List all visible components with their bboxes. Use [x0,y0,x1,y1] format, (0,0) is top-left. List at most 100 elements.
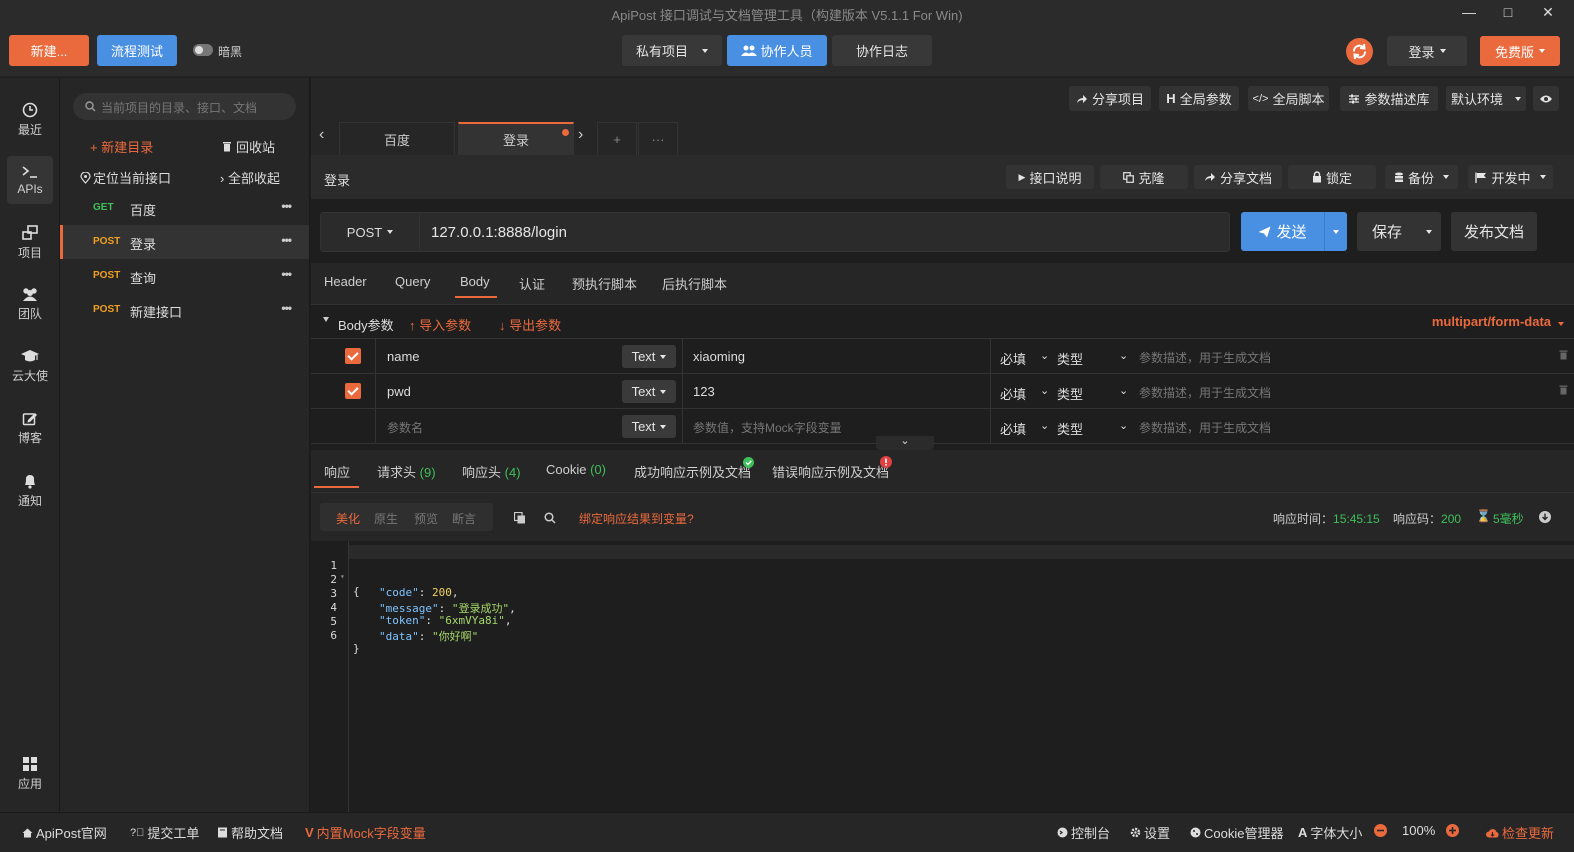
rail-item-recent[interactable]: 最近 [0,102,60,138]
caret-down-icon[interactable] [323,317,329,322]
footer-cookie-button[interactable]: Cookie管理器 [1190,823,1283,842]
zoom-out-icon[interactable] [1374,824,1387,837]
collaborators-button[interactable]: 协作人员 [727,35,827,66]
tree-item-new-api[interactable]: POST 新建接口 ••• [60,293,309,327]
zoom-in-icon[interactable] [1446,824,1459,837]
param-enabled-checkbox[interactable] [345,348,361,364]
footer-settings-button[interactable]: 设置 [1130,823,1170,842]
maximize-button[interactable]: □ [1493,3,1523,23]
trash-icon[interactable] [1559,385,1568,395]
resp-tab-cookie[interactable]: Cookie (0) [546,462,606,477]
footer-ticket-link[interactable]: ?⃝ 提交工单 [130,823,199,842]
tab-next-button[interactable]: › [578,126,583,144]
subtab-post-script[interactable]: 后执行脚本 [662,274,727,293]
url-input[interactable]: 127.0.0.1:8888/login [431,224,567,241]
param-enabled-checkbox[interactable] [345,383,361,399]
bind-response-link[interactable]: 绑定响应结果到变量? [579,510,694,527]
more-icon[interactable]: ••• [281,267,292,281]
new-dir-button[interactable]: + 新建目录 [90,137,153,156]
tree-item-login[interactable]: POST 登录 ••• [60,225,309,259]
param-required-select[interactable]: 必填 [1000,384,1026,403]
free-edition-dropdown[interactable]: 免费版 [1480,36,1560,66]
export-params-button[interactable]: ↓ 导出参数 [499,315,561,334]
param-value-input[interactable]: xiaoming [693,349,745,364]
subtab-auth[interactable]: 认证 [519,274,545,293]
share-project-button[interactable]: 分享项目 [1069,86,1151,111]
recycle-bin-button[interactable]: 回收站 [222,137,275,156]
tab-login[interactable]: 登录 [458,122,574,155]
subtab-header[interactable]: Header [324,274,367,289]
share-doc-button[interactable]: 分享文档 [1194,165,1282,189]
param-desc-input[interactable]: 参数描述，用于生成文档 [1139,349,1271,366]
footer-console-button[interactable]: 控制台 [1057,823,1110,842]
resp-tab-req-headers[interactable]: 请求头 (9) [377,462,436,481]
tab-more-button[interactable]: ··· [638,122,678,155]
tab-baidu[interactable]: 百度 [339,122,455,155]
param-type-select[interactable]: Text [622,380,676,403]
collapse-all-button[interactable]: › 全部收起 [220,168,280,187]
copy-icon[interactable] [514,512,526,524]
collab-log-button[interactable]: 协作日志 [832,35,932,66]
subtab-body[interactable]: Body [460,274,490,289]
tab-add-button[interactable]: + [597,122,637,155]
resp-tab-error-example[interactable]: 错误响应示例及文档 [772,462,889,481]
resize-handle-chevron-icon[interactable]: ⌄ [876,436,934,450]
rail-item-apis[interactable]: APIs [0,165,60,196]
locate-current-button[interactable]: 定位当前接口 [80,168,171,187]
download-icon[interactable] [1539,511,1551,523]
flow-test-button[interactable]: 流程测试 [97,35,177,66]
login-dropdown[interactable]: 登录 [1387,36,1467,66]
view-mode-raw[interactable]: 原生 [374,510,398,527]
rail-item-blog[interactable]: 博客 [0,411,60,446]
project-scope-dropdown[interactable]: 私有项目 [622,35,722,66]
clone-button[interactable]: 克隆 [1100,165,1188,189]
status-dropdown[interactable]: 开发中 [1468,165,1553,189]
sync-icon[interactable] [1346,38,1373,65]
param-desc-input[interactable]: 参数描述，用于生成文档 [1139,384,1271,401]
param-desc-input[interactable]: 参数描述，用于生成文档 [1139,419,1271,436]
save-button[interactable]: 保存 [1357,212,1417,251]
rail-item-apps[interactable]: 应用 [0,756,60,792]
param-name-input[interactable]: name [387,349,420,364]
tree-item-query[interactable]: POST 查询 ••• [60,259,309,293]
rail-item-team[interactable]: 团队 [0,287,60,322]
env-dropdown[interactable]: 默认环境 [1446,86,1526,111]
search-icon[interactable] [544,512,556,524]
publish-doc-button[interactable]: 发布文档 [1451,212,1537,251]
lock-button[interactable]: 锁定 [1288,165,1376,189]
subtab-query[interactable]: Query [395,274,430,289]
param-required-select[interactable]: 必填 [1000,349,1026,368]
eye-icon[interactable] [1533,86,1559,111]
send-button[interactable]: 发送 [1241,212,1324,251]
resp-tab-response[interactable]: 响应 [324,462,350,481]
param-type-select[interactable]: Text [622,415,676,438]
method-select[interactable]: POST [321,213,420,251]
send-options-button[interactable] [1324,212,1347,251]
global-params-button[interactable]: H 全局参数 [1159,86,1239,111]
trash-icon[interactable] [1559,350,1568,360]
param-kind-select[interactable]: 类型 [1057,384,1083,403]
import-params-button[interactable]: ↑ 导入参数 [409,315,471,334]
api-doc-button[interactable]: ▶ 接口说明 [1006,165,1094,189]
resp-tab-success-example[interactable]: 成功响应示例及文档 [634,462,751,481]
footer-update-button[interactable]: 检查更新 [1486,823,1554,842]
param-desc-lib-button[interactable]: 参数描述库 [1340,86,1438,111]
footer-help-link[interactable]: 帮助文档 [217,823,283,842]
more-icon[interactable]: ••• [281,301,292,315]
more-icon[interactable]: ••• [281,199,292,213]
footer-official-link[interactable]: ApiPost官网 [22,823,107,842]
content-type-dropdown[interactable]: multipart/form-data [1432,314,1564,329]
resp-tab-resp-headers[interactable]: 响应头 (4) [462,462,521,481]
param-kind-select[interactable]: 类型 [1057,419,1083,438]
tab-prev-button[interactable]: ‹ [319,126,324,144]
rail-item-ambassador[interactable]: 云大使 [0,349,60,384]
param-name-input[interactable]: pwd [387,384,411,399]
new-button[interactable]: 新建... [9,35,89,66]
rail-item-project[interactable]: 项目 [0,225,60,261]
dark-mode-toggle[interactable] [193,44,213,56]
param-value-input[interactable]: 123 [693,384,715,399]
view-mode-preview[interactable]: 预览 [414,510,438,527]
view-mode-assert[interactable]: 断言 [452,510,476,527]
param-name-input[interactable]: 参数名 [387,419,423,436]
footer-mock-link[interactable]: V 内置Mock字段变量 [305,823,426,842]
